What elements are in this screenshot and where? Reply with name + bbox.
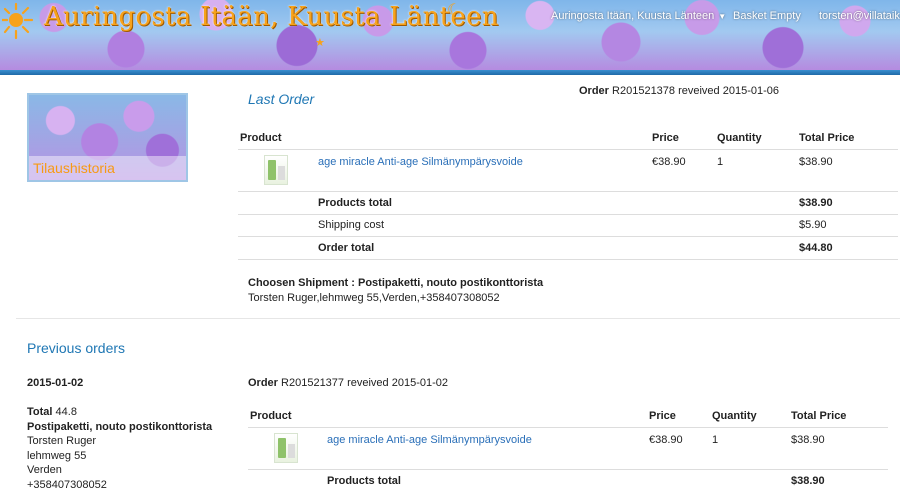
product-total: $38.90 — [789, 427, 888, 470]
column-total-price: Total Price — [789, 405, 888, 428]
star-icon: ★ — [315, 37, 325, 49]
basket-link[interactable]: Basket Empty — [733, 10, 801, 22]
total-label: Total — [27, 406, 53, 418]
column-price: Price — [647, 405, 710, 428]
product-total: $38.90 — [797, 149, 898, 192]
column-product: Product — [248, 405, 325, 428]
order-history-caption: Tilaushistoria — [29, 156, 186, 180]
order-label: Order — [579, 85, 609, 97]
product-image[interactable] — [264, 155, 288, 185]
previous-order-table: Product Price Quantity Total Price age m… — [248, 405, 888, 489]
order-number-text: R201521377 reveived 2015-01-02 — [281, 377, 448, 389]
last-order-table: Product Price Quantity Total Price age m… — [238, 127, 898, 260]
address-line: Verden — [27, 464, 62, 476]
product-link[interactable]: age miracle Anti-age Silmänympärysvoide — [318, 156, 523, 168]
shipping-cost-value: $5.90 — [797, 214, 898, 237]
nav-site-menu[interactable]: Auringosta Itään, Kuusta Länteen ▼ — [551, 10, 726, 22]
table-row: age miracle Anti-age Silmänympärysvoide … — [248, 427, 888, 470]
previous-order-date: 2015-01-02 — [27, 377, 84, 389]
shipping-cost-label: Shipping cost — [316, 214, 650, 237]
product-image[interactable] — [274, 433, 298, 463]
products-total-row: Products total $38.90 — [248, 469, 888, 489]
sun-logo-icon — [2, 2, 34, 40]
product-quantity: 1 — [715, 149, 797, 192]
column-quantity: Quantity — [710, 405, 789, 428]
products-total-label: Products total — [316, 191, 650, 215]
shipment-address: Torsten Ruger,lehmweg 55,Verden,+3584073… — [248, 292, 500, 304]
products-total-row: Products total $38.90 — [238, 191, 898, 215]
nav-site-label: Auringosta Itään, Kuusta Länteen — [551, 10, 715, 22]
order-total-row: Order total $44.80 — [238, 236, 898, 260]
previous-order-summary: Total 44.8 Postipaketti, nouto postikont… — [27, 405, 212, 489]
products-total-value: $38.90 — [797, 191, 898, 215]
product-link[interactable]: age miracle Anti-age Silmänympärysvoide — [327, 434, 532, 446]
order-number-text: R201521378 reveived 2015-01-06 — [612, 85, 779, 97]
column-product: Product — [238, 127, 316, 150]
table-row: age miracle Anti-age Silmänympärysvoide … — [238, 149, 898, 192]
site-title[interactable]: Auringosta Itään, Kuusta Länteen — [44, 2, 499, 32]
column-quantity: Quantity — [715, 127, 797, 150]
order-total-label: Order total — [316, 236, 650, 260]
products-total-value: $38.90 — [789, 469, 888, 489]
shipping-cost-row: Shipping cost $5.90 — [238, 214, 898, 237]
column-total-price: Total Price — [797, 127, 898, 150]
previous-orders-title: Previous orders — [27, 340, 126, 356]
order-label: Order — [248, 377, 278, 389]
products-total-label: Products total — [325, 469, 647, 489]
address-line: lehmweg 55 — [27, 449, 87, 462]
table-header-row: Product Price Quantity Total Price — [238, 127, 898, 150]
chevron-down-icon: ▼ — [718, 11, 727, 21]
address-line: +358407308052 — [27, 478, 107, 489]
shipment-method: Choosen Shipment : Postipaketti, nouto p… — [248, 277, 544, 289]
product-price: €38.90 — [647, 427, 710, 470]
product-price: €38.90 — [650, 149, 715, 192]
header-stripe — [0, 70, 900, 75]
last-order-heading: Order R201521378 reveived 2015-01-06 — [579, 85, 779, 97]
total-value: 44.8 — [55, 406, 77, 418]
order-history-thumbnail[interactable]: Tilaushistoria — [27, 93, 188, 182]
last-order-title: Last Order — [248, 91, 315, 107]
previous-order-heading: Order R201521377 reveived 2015-01-02 — [248, 377, 448, 389]
product-quantity: 1 — [710, 427, 789, 470]
user-account-link[interactable]: torsten@villataika.fi — [819, 10, 900, 22]
order-total-value: $44.80 — [797, 236, 898, 260]
shipment-info: Choosen Shipment : Postipaketti, nouto p… — [248, 276, 543, 306]
address-line: Torsten Ruger — [27, 435, 97, 447]
section-divider — [16, 318, 900, 319]
table-header-row: Product Price Quantity Total Price — [248, 405, 888, 428]
moon-icon: ☾ — [447, 2, 462, 19]
previous-shipping-method: Postipaketti, nouto postikonttorista — [27, 420, 213, 433]
column-price: Price — [650, 127, 715, 150]
header-banner: Auringosta Itään, Kuusta Länteen ☾ ★ Aur… — [0, 0, 900, 70]
